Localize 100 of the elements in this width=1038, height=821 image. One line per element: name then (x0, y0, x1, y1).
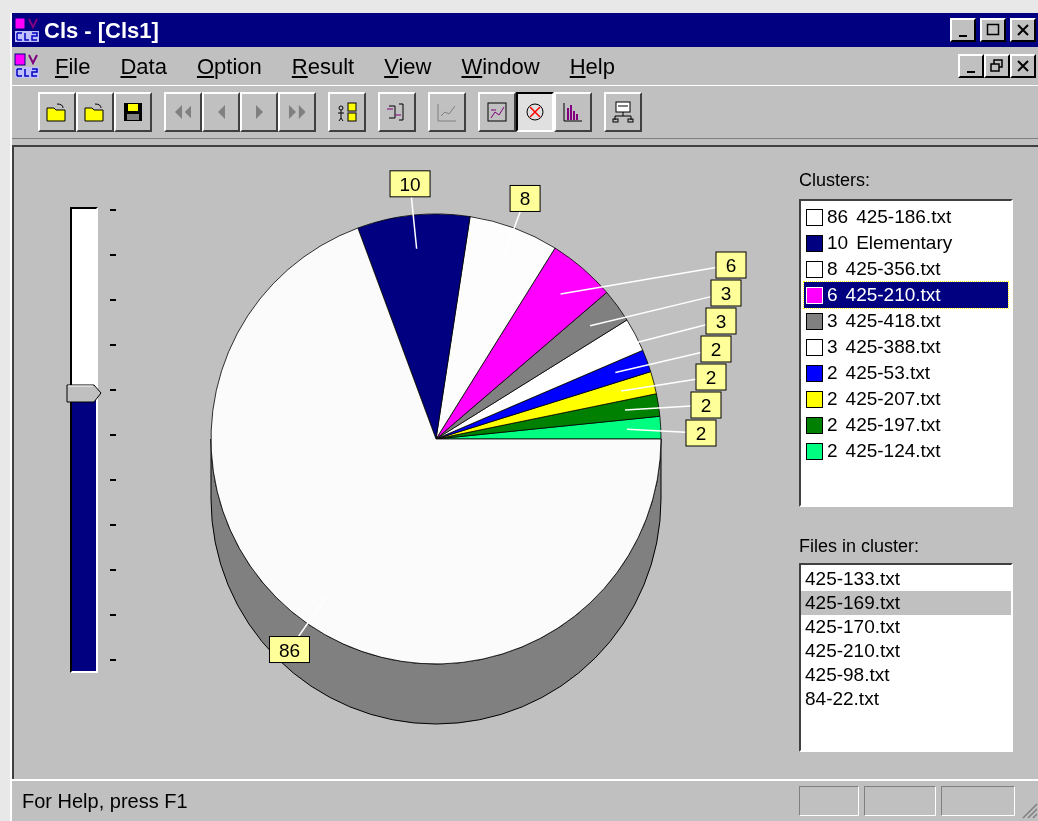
cluster-name: Elementary (855, 230, 953, 255)
leader-line (624, 405, 692, 411)
data-label: 2 (695, 423, 707, 444)
clusters-label: Clusters: (799, 169, 871, 192)
app-logo-icon (14, 53, 40, 79)
menu-item[interactable]: Help (569, 49, 615, 83)
data-label: 86 (268, 636, 310, 664)
cluster-count: 3 (827, 334, 838, 359)
data-label: 2 (700, 395, 712, 416)
status-panel (799, 786, 859, 816)
leader-line (626, 428, 687, 433)
cluster-item[interactable]: 2 425-53.txt (804, 360, 1008, 386)
restore-button[interactable] (984, 54, 1010, 78)
right-arrow-icon (255, 105, 263, 119)
data-label: 2 (710, 339, 722, 360)
data-label: 6 (715, 251, 747, 279)
max-icon (986, 23, 1000, 37)
data-label: 6 (725, 255, 737, 276)
chart-icon (485, 100, 509, 124)
menu-item[interactable]: View (384, 49, 432, 83)
cluster-name: 425-186.txt (855, 204, 952, 229)
data-label: 10 (389, 170, 431, 198)
cluster-name: 425-388.txt (844, 334, 941, 359)
data-label: 8 (509, 184, 541, 212)
cluster-name: 425-53.txt (844, 360, 931, 385)
data-label: 2 (695, 363, 727, 391)
window-title: Cls - [Cls1] (44, 16, 160, 45)
cluster-count: 3 (827, 308, 838, 333)
close-button[interactable] (1010, 54, 1036, 78)
close-icon (1016, 59, 1030, 73)
cluster-item[interactable]: 3 425-418.txt (804, 308, 1008, 334)
data-label: 2 (685, 419, 717, 447)
file-entry[interactable]: 425-210.txt (801, 639, 1011, 663)
diagram-icon (335, 100, 359, 124)
cluster-item[interactable]: 6 425-210.txt (804, 282, 1008, 308)
rewind-icon (174, 105, 192, 119)
minimize-icon (967, 71, 975, 73)
cluster-count: 8 (827, 256, 838, 281)
data-label: 86 (278, 639, 301, 661)
cluster-item[interactable]: 2 425-197.txt (804, 412, 1008, 438)
menu-item[interactable]: File (55, 49, 91, 83)
cluster-count: 6 (827, 282, 838, 307)
pie-icon (523, 100, 547, 124)
cluster-name: 425-356.txt (844, 256, 941, 281)
menu-item[interactable]: Data (120, 49, 167, 83)
cluster-count: 2 (827, 360, 838, 385)
slider-thumb[interactable] (66, 383, 102, 404)
maximize-button[interactable] (980, 18, 1006, 42)
data-label: 2 (705, 367, 717, 388)
resize-grip-icon (1020, 801, 1038, 819)
data-label: 2 (700, 335, 732, 363)
data-label: 3 (710, 279, 742, 307)
cluster-name: 425-124.txt (844, 438, 941, 463)
data-label: 2 (690, 391, 722, 419)
status-panel (864, 786, 936, 816)
clusters-list[interactable]: 86 425-186.txt 10 Elementary 8 425-356.txt 6 425-210.txt 3 425-418.txt 3 425-388.txt 2 425-53.txt 2 425-207.txt 2 425-197.txt 2 425-124.txt (799, 199, 1013, 507)
toolbar-button[interactable] (516, 92, 554, 132)
close-button[interactable] (1010, 18, 1036, 42)
files-label: Files in cluster: (799, 535, 921, 558)
minimize-button[interactable] (950, 18, 976, 42)
cluster-item[interactable]: 10 Elementary (804, 230, 1008, 256)
menu-item[interactable]: Option (196, 49, 262, 83)
file-entry[interactable]: 425-169.txt (801, 591, 1011, 615)
leader-line (410, 196, 418, 250)
data-label: 8 (519, 188, 531, 210)
left-arrow-icon (217, 105, 225, 119)
file-entry[interactable]: 425-133.txt (801, 567, 1011, 591)
cluster-item[interactable]: 2 425-124.txt (804, 438, 1008, 464)
restore-icon (990, 59, 1004, 73)
file-entry[interactable]: 425-170.txt (801, 615, 1011, 639)
bar-chart-icon (561, 100, 585, 124)
cluster-count: 2 (827, 438, 838, 463)
folder-icon (83, 100, 107, 124)
close-icon (1016, 23, 1030, 37)
cluster-count: 10 (827, 230, 849, 255)
menu-item[interactable]: Window (461, 49, 540, 83)
file-entry[interactable]: 425-98.txt (801, 663, 1011, 687)
file-entry[interactable]: 84-22.txt (801, 687, 1011, 711)
cluster-count: 2 (827, 386, 838, 411)
cluster-item[interactable]: 86 425-186.txt (804, 204, 1008, 230)
data-label: 3 (705, 307, 737, 335)
cluster-item[interactable]: 2 425-207.txt (804, 386, 1008, 412)
status-text: For Help, press F1 (22, 789, 189, 814)
cluster-item[interactable]: 8 425-356.txt (804, 256, 1008, 282)
data-label: 3 (715, 311, 727, 332)
minimize-icon (959, 35, 967, 37)
data-label: 10 (399, 173, 421, 195)
cluster-name: 425-207.txt (844, 386, 941, 411)
network-icon (611, 100, 635, 124)
files-list[interactable]: 425-133.txt 425-169.txt 425-170.txt 425-210.txt 425-98.txt 84-22.txt (799, 563, 1013, 752)
folder-icon (45, 100, 69, 124)
cluster-name: 425-210.txt (844, 282, 941, 307)
cluster-count: 2 (827, 412, 838, 437)
menu-item[interactable]: Result (291, 49, 355, 83)
fast-forward-icon (288, 105, 306, 119)
cluster-count: 86 (827, 204, 849, 229)
cluster-item[interactable]: 3 425-388.txt (804, 334, 1008, 360)
cluster-name: 425-197.txt (844, 412, 941, 437)
cluster-name: 425-418.txt (844, 308, 941, 333)
minimize-button[interactable] (958, 54, 984, 78)
